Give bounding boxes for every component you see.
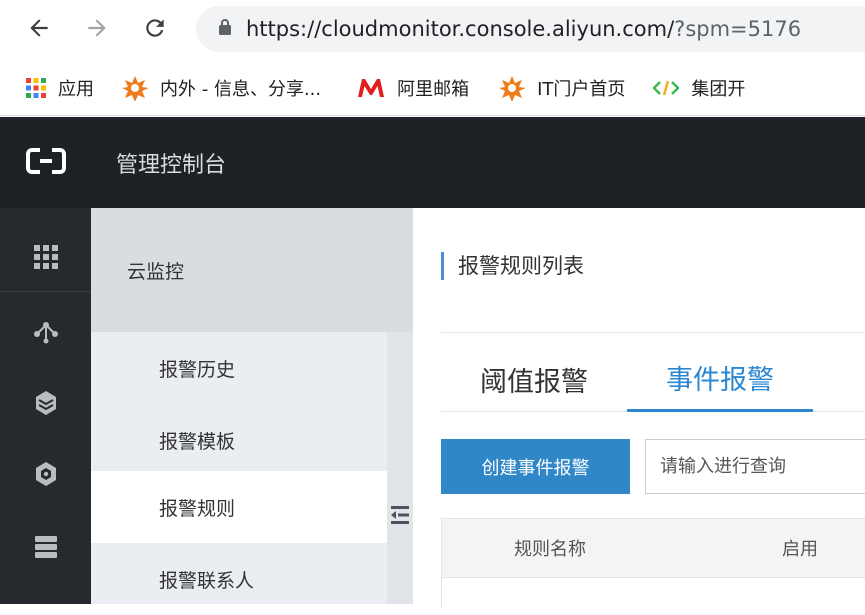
sidebar-section-title: 云监控 [91, 208, 413, 332]
bookmark-label: IT门户首页 [537, 78, 626, 100]
create-event-alarm-button[interactable]: 创建事件报警 [441, 439, 630, 494]
url-text: https://cloudmonitor.console.aliyun.com/… [246, 17, 802, 41]
code-brackets-icon [653, 80, 680, 96]
column-header-rule-name[interactable]: 规则名称 [514, 519, 586, 577]
console-title[interactable]: 管理控制台 [116, 147, 226, 179]
lock-icon [218, 18, 232, 40]
bookmark-label: 阿里邮箱 [397, 78, 470, 100]
address-bar[interactable]: https://cloudmonitor.console.aliyun.com/… [196, 6, 865, 52]
layers-cube-icon[interactable] [0, 368, 91, 438]
column-header-enabled[interactable]: 启用 [782, 519, 818, 577]
bookmark-label: 集团开 [691, 78, 746, 100]
it-portal-star-icon [499, 75, 526, 101]
bookmark-alimail[interactable]: 阿里邮箱 [357, 75, 469, 101]
cloudmonitor-sidebar: 云监控 报警历史 报警模板 报警规则 报警联系人 [91, 208, 413, 604]
back-arrow-icon[interactable] [22, 10, 56, 46]
bookmark-group-dev[interactable]: 集团开 [653, 75, 745, 101]
product-icon-rail [0, 208, 91, 604]
all-products-grid-icon[interactable] [0, 222, 91, 292]
alarm-type-tabs: 阈值报警 事件报警 [441, 346, 865, 412]
sidebar-item-alarm-contacts[interactable]: 报警联系人 [91, 543, 387, 615]
collapse-sidebar-icon[interactable] [391, 504, 409, 530]
forward-arrow-icon[interactable] [80, 10, 114, 46]
sidebar-collapse-strip[interactable] [387, 332, 413, 604]
bookmark-it-portal[interactable]: IT门户首页 [499, 75, 625, 101]
bookmark-label: 内外 - 信息、分享... [160, 78, 322, 100]
title-divider [441, 332, 865, 333]
tab-threshold-alarm[interactable]: 阈值报警 [441, 346, 627, 412]
hexagon-cluster-icon[interactable] [0, 439, 91, 509]
sidebar-item-alarm-templates[interactable]: 报警模板 [91, 404, 387, 476]
sidebar-item-alarm-history[interactable]: 报警历史 [91, 332, 387, 404]
apps-grid-icon [26, 77, 46, 98]
bookmark-label: 应用 [58, 78, 94, 100]
database-stack-icon[interactable] [0, 512, 91, 582]
sidebar-item-alarm-rules[interactable]: 报警规则 [91, 471, 387, 543]
reload-icon[interactable] [138, 10, 172, 46]
network-nodes-icon[interactable] [0, 297, 91, 367]
tab-event-alarm[interactable]: 事件报警 [627, 346, 813, 412]
aliyun-logo-icon[interactable] [26, 147, 66, 179]
page-title: 报警规则列表 [441, 252, 584, 280]
console-header: 管理控制台 [0, 117, 865, 208]
bookmark-apps[interactable]: 应用 [26, 75, 94, 101]
main-content: 报警规则列表 阈值报警 事件报警 创建事件报警 规则名称 启用 [413, 208, 865, 608]
browser-toolbar: https://cloudmonitor.console.aliyun.com/… [0, 0, 865, 60]
bookmarks-bar: 应用 内外 - 信息、分享... 阿里邮箱 IT门户首页 集团开 [0, 60, 865, 116]
bookmark-neiwai[interactable]: 内外 - 信息、分享... [122, 75, 321, 101]
table-header: 规则名称 启用 [441, 518, 865, 578]
search-input[interactable] [645, 439, 865, 494]
neiwai-star-icon [122, 75, 148, 101]
mail-m-icon [357, 78, 385, 98]
